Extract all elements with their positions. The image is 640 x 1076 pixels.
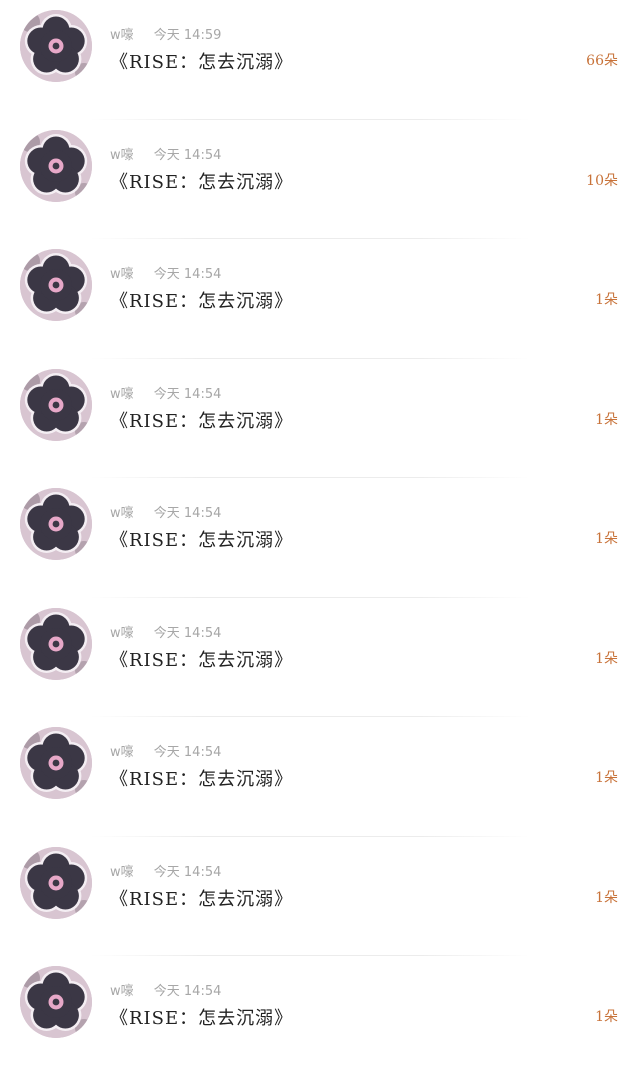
sender-name: w嚎 [110,745,134,760]
flower-icon [20,129,92,202]
flower-avatar-icon[interactable] [20,129,92,202]
flower-avatar-icon[interactable] [20,846,92,919]
sender-name: w嚎 [110,864,134,880]
flower-icon [20,249,92,321]
gift-count: 1朵 [595,411,618,428]
timestamp: 今天 14:54 [153,147,222,163]
list-item[interactable]: w嚎 今天 14:54 《RISE：怎去沉溺》 1朵 [0,478,640,598]
timestamp: 今天 14:54 [153,864,222,880]
flower-avatar-icon[interactable] [20,10,92,82]
gift-count: 10朵 [586,172,618,189]
list-item[interactable]: w嚎 今天 14:54 《RISE：怎去沉溺》 1朵 [0,239,640,359]
flower-icon [20,727,92,799]
timestamp: 今天 14:54 [153,267,222,282]
meta-line: w嚎 今天 14:54 [110,861,221,880]
gift-record-list: w嚎 今天 14:59 《RISE：怎去沉溺》 66朵 w嚎 今天 14:54 … [0,0,640,1055]
book-title: 《RISE：怎去沉溺》 [110,649,294,671]
list-item[interactable]: w嚎 今天 14:54 《RISE：怎去沉溺》 1朵 [0,956,640,1076]
flower-avatar-icon[interactable] [20,966,92,1038]
flower-avatar-icon[interactable] [20,727,92,799]
sender-name: w嚎 [110,625,134,641]
timestamp: 今天 14:54 [153,386,222,402]
sender-name: w嚎 [110,984,134,999]
list-item[interactable]: w嚎 今天 14:54 《RISE：怎去沉溺》 1朵 [0,359,640,478]
timestamp: 今天 14:54 [153,506,222,521]
list-item[interactable]: w嚎 今天 14:59 《RISE：怎去沉溺》 66朵 [0,0,640,120]
flower-icon [20,846,92,919]
sender-name: w嚎 [110,386,134,402]
flower-avatar-icon[interactable] [20,488,92,560]
meta-line: w嚎 今天 14:54 [110,263,221,282]
book-title: 《RISE：怎去沉溺》 [110,1008,294,1029]
meta-line: w嚎 今天 14:54 [110,980,221,999]
flower-icon [20,607,92,680]
list-item[interactable]: w嚎 今天 14:54 《RISE：怎去沉溺》 10朵 [0,120,640,239]
meta-line: w嚎 今天 14:54 [110,383,221,402]
gift-count: 1朵 [595,531,618,547]
sender-name: w嚎 [110,28,134,43]
flower-icon [20,488,92,560]
flower-avatar-icon[interactable] [20,607,92,680]
flower-avatar-icon[interactable] [20,249,92,321]
meta-line: w嚎 今天 14:54 [110,144,221,163]
list-item[interactable]: w嚎 今天 14:54 《RISE：怎去沉溺》 1朵 [0,717,640,837]
gift-count: 66朵 [586,53,618,69]
gift-count: 1朵 [595,650,618,667]
book-title: 《RISE：怎去沉溺》 [110,291,294,312]
gift-count: 1朵 [595,889,618,906]
meta-line: w嚎 今天 14:59 [110,24,221,43]
timestamp: 今天 14:54 [153,625,222,641]
timestamp: 今天 14:54 [153,984,222,999]
meta-line: w嚎 今天 14:54 [110,622,221,641]
sender-name: w嚎 [110,267,134,282]
list-item[interactable]: w嚎 今天 14:54 《RISE：怎去沉溺》 1朵 [0,598,640,717]
timestamp: 今天 14:54 [153,745,222,760]
gift-count: 1朵 [595,1009,618,1025]
book-title: 《RISE：怎去沉溺》 [110,52,294,73]
book-title: 《RISE：怎去沉溺》 [110,530,294,551]
book-title: 《RISE：怎去沉溺》 [110,171,294,193]
flower-icon [20,10,92,82]
flower-icon [20,368,92,441]
gift-count: 1朵 [595,770,618,786]
book-title: 《RISE：怎去沉溺》 [110,410,294,432]
meta-line: w嚎 今天 14:54 [110,741,221,760]
list-item[interactable]: w嚎 今天 14:54 《RISE：怎去沉溺》 1朵 [0,837,640,956]
flower-icon [20,966,92,1038]
sender-name: w嚎 [110,147,134,163]
book-title: 《RISE：怎去沉溺》 [110,769,294,790]
meta-line: w嚎 今天 14:54 [110,502,221,521]
timestamp: 今天 14:59 [153,28,222,43]
sender-name: w嚎 [110,506,134,521]
gift-count: 1朵 [595,292,618,308]
book-title: 《RISE：怎去沉溺》 [110,888,294,910]
flower-avatar-icon[interactable] [20,368,92,441]
